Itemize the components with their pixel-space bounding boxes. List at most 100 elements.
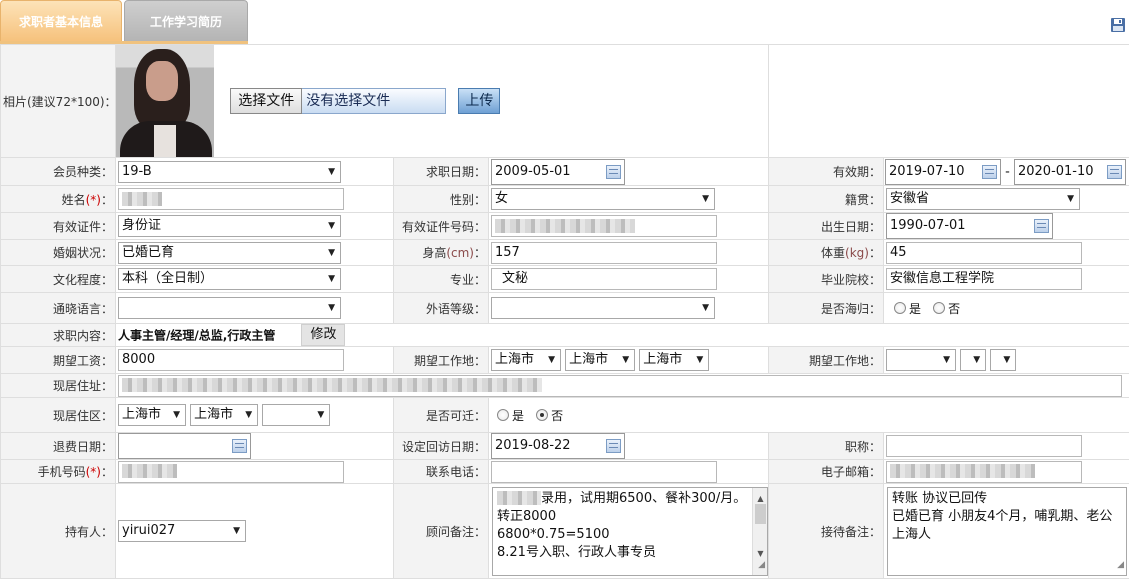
holder-select[interactable]: yirui027 ▼ — [118, 520, 246, 542]
save-icon[interactable] — [1110, 17, 1126, 33]
work-province-2-select[interactable]: ▼ — [886, 349, 956, 371]
work-district-select[interactable]: 上海市 ▼ — [639, 349, 710, 371]
marital-select[interactable]: 已婚已育 ▼ — [118, 241, 341, 264]
salary-input[interactable]: 8000 — [118, 349, 344, 371]
education-label: 文化程度： — [0, 265, 116, 293]
tab-basic-info[interactable]: 求职者基本信息 — [0, 0, 122, 42]
applicant-form: 相片(建议72*100)： 选择文件 没有选择文件 上传 会员种类： 19-B ▼ … — [0, 44, 1129, 579]
address-input[interactable] — [118, 374, 1122, 397]
relocate-no-label: 否 — [551, 408, 564, 423]
date-range-separator: - — [1005, 164, 1010, 179]
file-name-display: 没有选择文件 — [302, 88, 447, 114]
work-place-label: 期望工作地： — [393, 346, 489, 374]
height-input[interactable]: 157 — [491, 241, 717, 264]
major-input[interactable]: 文秘 — [491, 268, 717, 290]
relocate-no-radio[interactable] — [536, 409, 549, 421]
district-area-select[interactable]: ▼ — [262, 404, 331, 426]
member-type-select[interactable]: 19-B ▼ — [118, 160, 341, 183]
weight-input[interactable]: 45 — [886, 241, 1082, 264]
returnee-no-label: 否 — [948, 301, 961, 316]
foreign-level-label: 外语等级： — [393, 292, 489, 324]
job-title-label: 职称： — [768, 432, 884, 460]
foreign-level-select[interactable]: ▼ — [491, 297, 715, 319]
work-district-2-select[interactable]: ▼ — [990, 349, 1017, 371]
name-input[interactable] — [118, 188, 344, 210]
job-title-input[interactable] — [886, 435, 1082, 457]
email-label: 电子邮箱： — [768, 459, 884, 484]
marital-label: 婚姻状况： — [0, 239, 116, 266]
reception-note-label: 接待备注： — [768, 483, 884, 579]
resize-grip-icon[interactable]: ◢ — [758, 556, 765, 574]
school-input[interactable]: 安徽信息工程学院 — [886, 268, 1082, 290]
consultant-note-textarea[interactable]: 录用，试用期6500、餐补300/月。转正8000 6800*0.75=5100… — [492, 486, 768, 576]
height-label: 身高(cm)： — [393, 239, 489, 266]
birth-date-input[interactable]: 1990-07-01 — [886, 213, 1053, 239]
relocate-yes-label: 是 — [512, 408, 525, 423]
photo-label: 相片(建议72*100)： — [0, 44, 116, 158]
district-city-select[interactable]: 上海市 ▼ — [190, 404, 259, 426]
calendar-icon[interactable] — [606, 439, 621, 453]
edit-job-content-button[interactable]: 修改 — [301, 324, 346, 346]
returnee-yes-label: 是 — [909, 301, 922, 316]
birth-date-label: 出生日期： — [768, 212, 884, 240]
choose-file-button[interactable]: 选择文件 — [230, 88, 303, 114]
id-number-label: 有效证件号码： — [393, 212, 489, 240]
native-place-select[interactable]: 安徽省 ▼ — [886, 188, 1080, 210]
district-label: 现居住区： — [0, 397, 116, 433]
calendar-icon[interactable] — [606, 164, 621, 179]
language-select[interactable]: ▼ — [118, 297, 341, 319]
valid-period-label: 有效期： — [768, 157, 884, 186]
member-type-label: 会员种类： — [0, 157, 116, 186]
resize-grip-icon[interactable]: ◢ — [1117, 556, 1124, 574]
major-label: 专业： — [393, 265, 489, 293]
calendar-icon[interactable] — [1106, 164, 1122, 179]
calendar-icon[interactable] — [1034, 219, 1049, 233]
job-content-label: 求职内容： — [0, 323, 116, 347]
work-city-select[interactable]: 上海市 ▼ — [565, 349, 636, 371]
id-type-label: 有效证件： — [0, 212, 116, 240]
refund-date-label: 退费日期： — [0, 432, 116, 460]
mobile-label: 手机号码(*)： — [0, 459, 116, 484]
job-content-value: 人事主管/经理/总监,行政主管 — [118, 328, 276, 343]
id-number-input[interactable] — [491, 215, 717, 237]
photo-blank-area — [768, 44, 1129, 158]
salary-label: 期望工资： — [0, 346, 116, 374]
relocate-label: 是否可迁： — [393, 397, 489, 433]
apply-date-label: 求职日期： — [393, 157, 489, 186]
weight-label: 体重(kg)： — [768, 239, 884, 266]
refund-date-input[interactable] — [118, 433, 251, 459]
education-select[interactable]: 本科（全日制） ▼ — [118, 268, 341, 290]
valid-from-input[interactable]: 2019-07-10 — [885, 158, 1001, 185]
consultant-note-label: 顾问备注： — [393, 483, 489, 579]
gender-label: 性别： — [393, 185, 489, 213]
phone-input[interactable] — [491, 460, 717, 483]
name-label: 姓名(*)： — [0, 185, 116, 213]
language-label: 通晓语言： — [0, 292, 116, 324]
mobile-input[interactable] — [118, 460, 344, 483]
work-province-select[interactable]: 上海市 ▼ — [491, 349, 561, 371]
id-type-select[interactable]: 身份证 ▼ — [118, 215, 341, 237]
address-label: 现居住址： — [0, 373, 116, 398]
calendar-icon[interactable] — [232, 439, 247, 453]
returnee-label: 是否海归： — [768, 292, 884, 324]
upload-button[interactable]: 上传 — [458, 88, 501, 114]
work-place-2-label: 期望工作地： — [768, 346, 884, 374]
returnee-yes-radio[interactable] — [894, 302, 906, 314]
apply-date-input[interactable]: 2009-05-01 — [491, 158, 625, 185]
gender-select[interactable]: 女 ▼ — [491, 188, 715, 210]
phone-label: 联系电话： — [393, 459, 489, 484]
native-place-label: 籍贯： — [768, 185, 884, 213]
returnee-no-radio[interactable] — [933, 302, 946, 314]
district-province-select[interactable]: 上海市 ▼ — [118, 404, 186, 426]
school-label: 毕业院校： — [768, 265, 884, 293]
email-input[interactable] — [886, 460, 1082, 483]
work-city-2-select[interactable]: ▼ — [960, 349, 987, 371]
valid-to-input[interactable]: 2020-01-10 — [1013, 158, 1126, 185]
holder-label: 持有人： — [0, 483, 116, 579]
tab-work-history[interactable]: 工作学习简历 — [124, 0, 248, 42]
reception-note-textarea[interactable]: 转账 协议已回传 已婚已育 小朋友4个月，哺乳期、老公上海人 ◢ — [887, 486, 1127, 576]
calendar-icon[interactable] — [982, 164, 997, 179]
revisit-date-label: 设定回访日期： — [393, 432, 489, 460]
relocate-yes-radio[interactable] — [497, 409, 509, 421]
revisit-date-input[interactable]: 2019-08-22 — [491, 433, 625, 459]
